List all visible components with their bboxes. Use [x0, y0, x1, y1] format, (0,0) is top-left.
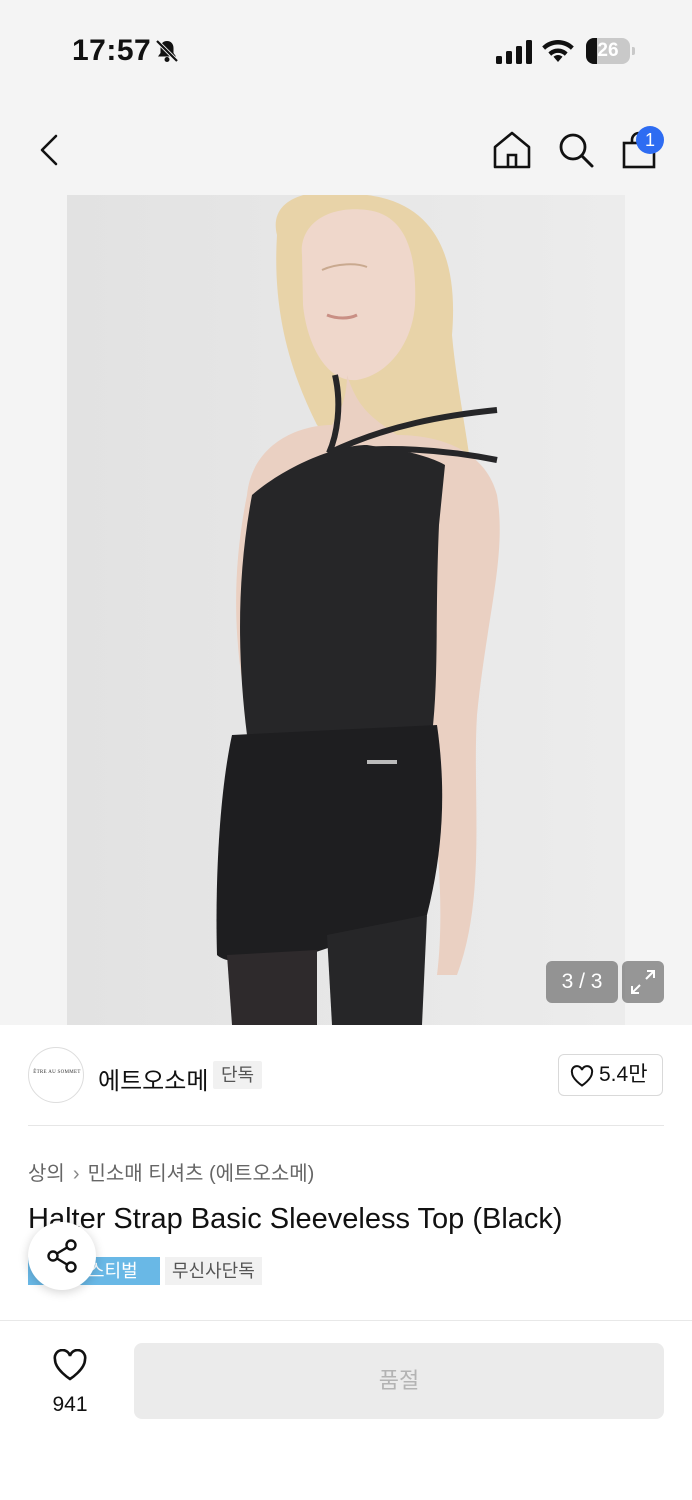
brand-like-count: 5.4만 [599, 1063, 648, 1086]
battery-icon: 26 [586, 38, 636, 64]
wishlist-count: 941 [52, 1393, 88, 1416]
breadcrumb-category[interactable]: 상의 [28, 1157, 65, 1186]
bell-slash-icon [155, 39, 179, 63]
cellular-signal-icon [496, 40, 532, 64]
heart-icon [570, 1065, 594, 1087]
divider [28, 1125, 664, 1126]
bottom-action-bar: 941 품절 [0, 1320, 692, 1500]
brand-logo-text: ÊTRE AU SOMMET [33, 1070, 81, 1075]
share-icon [47, 1239, 77, 1273]
product-title: Halter Strap Basic Sleeveless Top (Black… [28, 1203, 563, 1235]
breadcrumb: 상의 › 민소매 티셔츠 (에트오소메) [28, 1157, 314, 1186]
expand-icon[interactable] [622, 961, 664, 1003]
image-counter: 3 / 3 [546, 961, 618, 1003]
wifi-icon [542, 40, 574, 62]
search-icon[interactable] [554, 128, 598, 172]
musinsa-exclusive-tag: 무신사단독 [165, 1257, 262, 1285]
wishlist-button[interactable]: 941 [36, 1345, 104, 1425]
sold-out-button[interactable]: 품절 [134, 1343, 664, 1419]
brand-like-button[interactable]: 5.4만 [558, 1054, 663, 1096]
chevron-left-icon[interactable] [30, 130, 70, 170]
exclusive-tag: 단독 [213, 1061, 263, 1089]
brand-name[interactable]: 에트오소메 [98, 1061, 208, 1096]
chevron-right-icon: › [72, 1163, 80, 1185]
brand-logo[interactable]: ÊTRE AU SOMMET [28, 1047, 84, 1103]
product-info: ÊTRE AU SOMMET 에트오소메 단독 5.4만 상의 › 민소매 티셔츠 … [0, 1025, 692, 1320]
top-nav: 1 [0, 110, 692, 190]
product-image[interactable] [67, 195, 625, 1025]
heart-icon [53, 1349, 87, 1381]
status-time: 17:57 [72, 34, 152, 67]
home-icon[interactable] [490, 128, 534, 172]
breadcrumb-subcategory[interactable]: 민소매 티셔츠 (에트오소메) [87, 1157, 314, 1186]
battery-level: 26 [597, 40, 619, 61]
share-button[interactable] [28, 1222, 96, 1290]
product-gallery[interactable]: 3 / 3 [0, 195, 692, 1025]
cart-count-badge: 1 [636, 126, 664, 154]
status-bar: 17:57 26 [0, 0, 692, 100]
